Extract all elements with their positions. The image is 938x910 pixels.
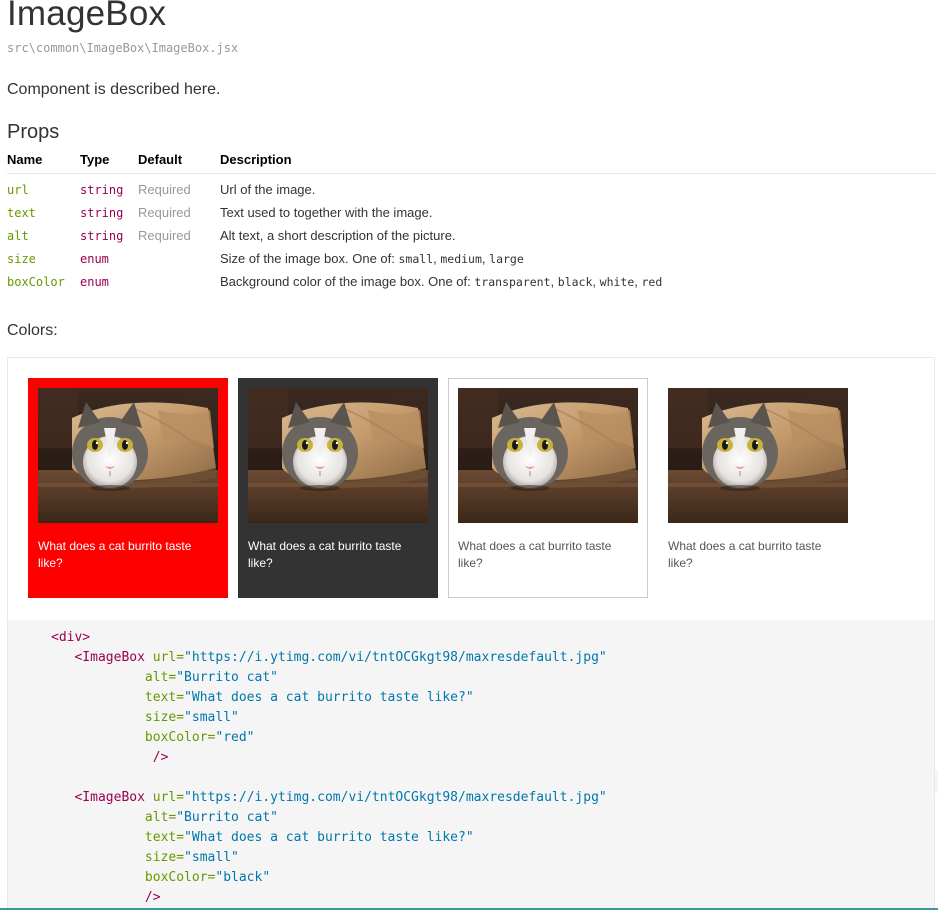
option-code: red <box>641 275 663 289</box>
prop-name: alt <box>7 228 29 243</box>
option-code: black <box>557 275 593 289</box>
prop-default: Required <box>138 228 191 243</box>
prop-type: enum <box>80 274 109 289</box>
image-box-caption: What does a cat burrito taste like? <box>458 539 612 570</box>
code-value: "Burrito cat" <box>176 670 278 685</box>
option-code: large <box>489 252 524 266</box>
col-default: Default <box>138 150 220 174</box>
code-value: "What does a cat burrito taste like?" <box>184 690 474 705</box>
prop-type: string <box>80 205 124 220</box>
cat-burrito-image <box>38 388 218 523</box>
code-attr: url= <box>152 790 185 805</box>
image-box-transparent: What does a cat burrito taste like? <box>658 378 858 598</box>
prop-description: Background color of the image box. One o… <box>220 274 663 289</box>
option-code: small <box>398 252 434 266</box>
image-box-red: What does a cat burrito taste like? <box>28 378 228 598</box>
props-table: Name Type Default Description url string… <box>7 150 938 793</box>
code-tag: <ImageBox <box>74 650 145 665</box>
image-box-white: What does a cat burrito taste like? <box>448 378 648 598</box>
prop-row-url: url string Required Url of the image. <box>7 174 936 202</box>
component-path: src\common\ImageBox\ImageBox.jsx <box>7 41 239 55</box>
prop-default: Required <box>138 182 191 197</box>
image-box-caption: What does a cat burrito taste like? <box>668 539 822 570</box>
prop-description-text: Size of the image box. One of: <box>220 251 399 266</box>
code-attr: boxColor= <box>144 730 216 745</box>
prop-default: Required <box>138 205 191 220</box>
code-attr: alt= <box>144 670 177 685</box>
code-value: "https://i.ytimg.com/vi/tntOCGkgt98/maxr… <box>184 790 607 805</box>
prop-description: Size of the image box. One of: small, me… <box>220 251 524 266</box>
prop-name: boxColor <box>7 274 65 289</box>
prop-name: url <box>7 182 29 197</box>
code-example[interactable]: <div> <ImageBox url="https://i.ytimg.com… <box>7 620 935 910</box>
component-title: ImageBox <box>7 0 167 33</box>
cat-burrito-image <box>248 388 428 523</box>
code-attr: boxColor= <box>144 870 216 885</box>
code-tag: /> <box>152 750 169 765</box>
cat-burrito-image <box>458 388 638 523</box>
code-attr: text= <box>144 690 185 705</box>
code-value: "red" <box>215 730 255 745</box>
code-block[interactable]: <div> <ImageBox url="https://i.ytimg.com… <box>51 628 607 908</box>
option-code: white <box>599 275 635 289</box>
prop-description: Alt text, a short description of the pic… <box>220 228 456 243</box>
col-type: Type <box>80 150 138 174</box>
prop-type: string <box>80 182 124 197</box>
code-value: "Burrito cat" <box>176 810 278 825</box>
option-code: transparent <box>474 275 551 289</box>
prop-description: Url of the image. <box>220 182 316 197</box>
prop-name: size <box>7 251 36 266</box>
code-value: "black" <box>215 870 271 885</box>
example-preview: What does a cat burrito taste like? What… <box>7 357 935 619</box>
prop-description: Text used to together with the image. <box>220 205 433 220</box>
col-name: Name <box>7 150 80 174</box>
prop-row-alt: alt string Required Alt text, a short de… <box>7 224 936 247</box>
code-value: "What does a cat burrito taste like?" <box>184 830 474 845</box>
prop-description-text: Background color of the image box. One o… <box>220 274 475 289</box>
code-attr: text= <box>144 830 185 845</box>
code-tag: <div> <box>51 630 91 645</box>
component-description: Component is described here. <box>7 81 221 98</box>
prop-row-size: size enum medium Size of the image box. … <box>7 247 938 793</box>
col-description: Description <box>220 150 936 174</box>
code-value: "https://i.ytimg.com/vi/tntOCGkgt98/maxr… <box>184 650 607 665</box>
code-tag: /> <box>144 890 161 905</box>
cat-burrito-image <box>668 388 848 523</box>
image-box-black: What does a cat burrito taste like? <box>238 378 438 598</box>
code-value: "small" <box>184 850 239 865</box>
prop-row-text: text string Required Text used to togeth… <box>7 201 936 224</box>
code-value: "small" <box>184 710 239 725</box>
code-attr: alt= <box>144 810 177 825</box>
image-box-caption: What does a cat burrito taste like? <box>248 539 402 570</box>
props-heading: Props <box>7 121 60 143</box>
prop-type: string <box>80 228 124 243</box>
props-header-row: Name Type Default Description <box>7 150 936 174</box>
prop-type: enum <box>80 251 109 266</box>
code-attr: url= <box>152 650 185 665</box>
prop-name: text <box>7 205 36 220</box>
code-attr: size= <box>144 710 185 725</box>
code-attr: size= <box>144 850 185 865</box>
option-code: medium <box>440 252 482 266</box>
code-tag: <ImageBox <box>74 790 145 805</box>
prop-row-boxcolor: boxColor enum black Background color of … <box>7 270 938 793</box>
image-box-caption: What does a cat burrito taste like? <box>38 539 192 570</box>
colors-heading: Colors: <box>7 322 58 339</box>
